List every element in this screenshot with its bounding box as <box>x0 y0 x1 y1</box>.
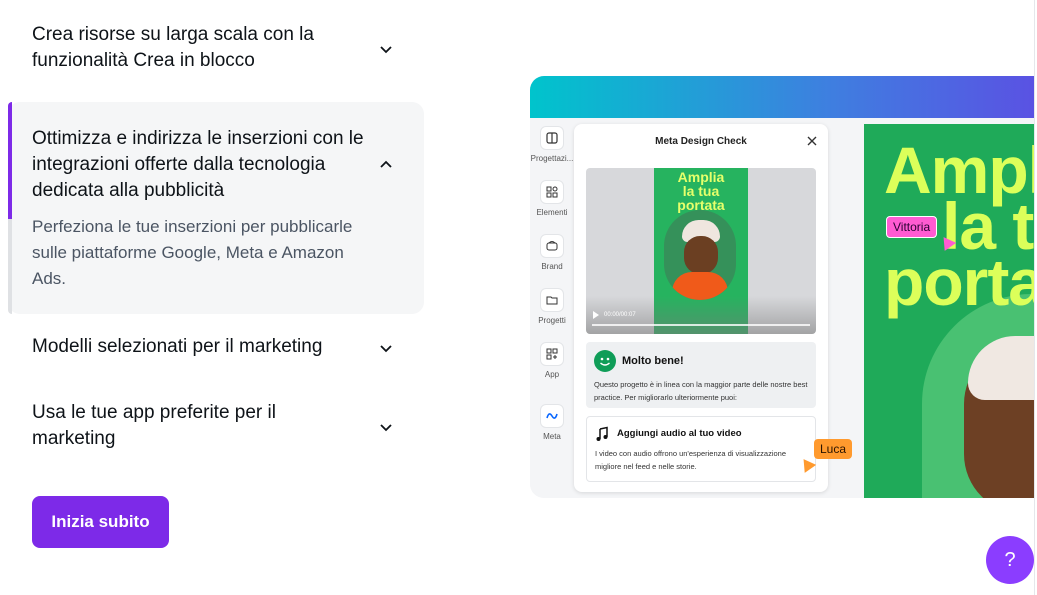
suggestion-title: Aggiungi audio al tuo video <box>617 428 742 439</box>
accordion-item-title: Modelli selezionati per il marketing <box>32 336 323 357</box>
accordion-item-marketing-apps[interactable]: Usa le tue app preferite per il marketin… <box>8 400 424 454</box>
close-icon <box>806 134 818 146</box>
editor-header-gradient <box>530 76 1035 118</box>
check-result-text: Questo progetto è in linea con la maggio… <box>594 380 808 402</box>
canvas-headline-line: portat <box>884 245 1035 319</box>
brand-icon <box>540 234 564 258</box>
rail-item-apps: App <box>530 342 574 379</box>
rail-label: App <box>544 370 560 379</box>
play-icon <box>593 311 599 319</box>
rail-item-meta: Meta <box>530 404 574 441</box>
poster-text: Amplia la tua portata <box>654 170 748 212</box>
accordion-item-marketing-templates[interactable]: Modelli selezionati per il marketing <box>8 334 424 364</box>
rail-item-design: Progettazi... <box>530 126 574 163</box>
editor-mockup: Progettazi... Elementi Brand Progetti Ap… <box>530 76 1035 498</box>
collaborator-tag-vittoria: Vittoria <box>886 216 938 238</box>
video-controls: 00:00/00:07 <box>586 296 816 334</box>
collaborator-tag-luca: Luca <box>814 439 853 459</box>
accordion-item-title: Ottimizza e indirizza le inserzioni con … <box>32 128 364 201</box>
chevron-down-icon <box>378 340 394 356</box>
layout-icon <box>540 126 564 150</box>
folder-icon <box>540 288 564 312</box>
poster-line: la tua <box>682 183 720 199</box>
design-canvas: Ampli la tu portat <box>864 124 1035 498</box>
video-time: 00:00/00:07 <box>604 312 636 318</box>
rail-item-projects: Progetti <box>530 288 574 325</box>
chevron-down-icon <box>378 419 394 435</box>
accordion-item-title: Crea risorse su larga scala con la funzi… <box>32 24 314 71</box>
smile-icon <box>594 350 616 372</box>
rail-label: Meta <box>543 432 561 441</box>
shapes-icon <box>540 180 564 204</box>
help-button[interactable]: ? <box>986 536 1034 584</box>
check-result-title: Molto bene! <box>622 355 684 367</box>
chevron-up-icon <box>378 157 394 173</box>
accordion-item-body: Perfeziona le tue inserzioni per pubblic… <box>32 217 353 288</box>
meta-design-check-panel: Meta Design Check Amplia la tua portata <box>574 124 828 492</box>
meta-icon <box>540 404 564 428</box>
check-result-card: Molto bene! Questo progetto è in linea c… <box>586 342 816 408</box>
rail-item-brand: Brand <box>530 234 574 271</box>
rail-label: Brand <box>541 262 563 271</box>
accordion-item-bulk-create[interactable]: Crea risorse su larga scala con la funzi… <box>8 22 424 76</box>
video-progress-bar <box>592 324 810 326</box>
rail-label: Progetti <box>538 316 566 325</box>
accordion-item-ad-integrations[interactable]: Ottimizza e indirizza le inserzioni con … <box>8 102 424 314</box>
suggestion-card-audio: Aggiungi audio al tuo video I video con … <box>586 416 816 482</box>
panel-title: Meta Design Check <box>655 136 747 147</box>
music-note-icon <box>595 426 609 442</box>
chevron-down-icon <box>378 41 394 57</box>
rail-label: Progettazi... <box>530 154 574 163</box>
poster-photo <box>664 210 736 300</box>
suggestion-text: I video con audio offrono un'esperienza … <box>595 449 787 471</box>
start-now-button[interactable]: Inizia subito <box>32 496 169 548</box>
poster-line: Amplia <box>677 169 725 185</box>
active-indicator-track <box>8 219 12 314</box>
scrollbar-track[interactable] <box>1034 0 1035 595</box>
apps-icon <box>540 342 564 366</box>
accordion-item-title: Usa le tue app preferite per il marketin… <box>32 402 276 449</box>
rail-item-elements: Elementi <box>530 180 574 217</box>
video-preview: Amplia la tua portata 00:00/00:07 <box>586 168 816 334</box>
editor-side-rail: Progettazi... Elementi Brand Progetti Ap… <box>530 118 574 498</box>
rail-label: Elementi <box>536 208 568 217</box>
